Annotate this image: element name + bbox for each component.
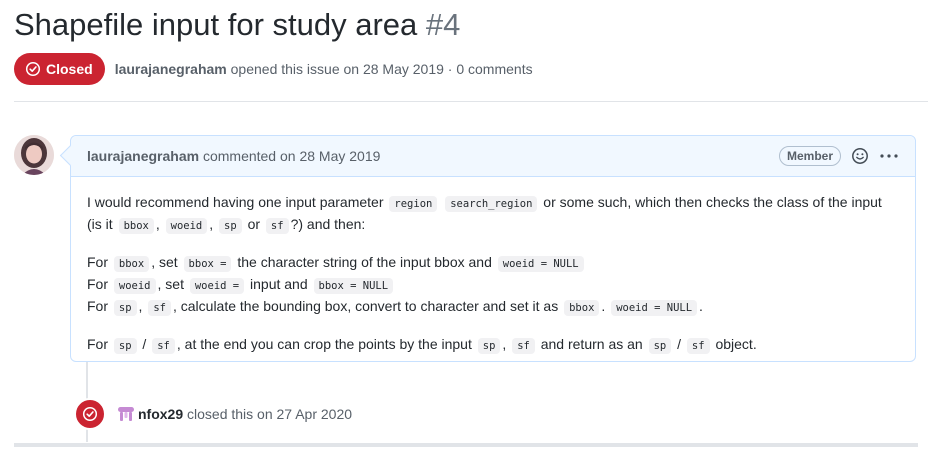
code-sp: sp: [648, 338, 672, 354]
text: ,: [155, 216, 164, 232]
text: ,: [138, 298, 147, 314]
text: For: [87, 336, 112, 352]
code-bbox-assign: bbox =: [183, 256, 232, 272]
text: , at the end you can crop the points by …: [176, 336, 476, 352]
text: .: [601, 298, 610, 314]
comment-header: laurajanegraham commented on 28 May 2019…: [71, 136, 915, 177]
issue-opened-info: laurajanegraham opened this issue on 28 …: [115, 61, 533, 77]
code-region: region: [389, 196, 438, 212]
text: ?) and then:: [290, 216, 366, 232]
issue-meta: Closed laurajanegraham opened this issue…: [14, 53, 533, 85]
add-reaction-button[interactable]: [851, 147, 869, 165]
text: ,: [209, 216, 218, 232]
text: object.: [711, 336, 757, 352]
comment-paragraph-2: For bbox, set bbox = the character strin…: [87, 252, 899, 318]
text: For: [87, 254, 112, 270]
code-sf: sf: [512, 338, 535, 354]
comment-more-button[interactable]: [877, 147, 901, 165]
avatar[interactable]: [14, 135, 54, 175]
timeline-end-bar: [14, 443, 918, 447]
code-woeid: woeid: [113, 278, 156, 294]
code-sp: sp: [113, 300, 137, 316]
code-woeid-null: woeid = NULL: [497, 256, 584, 272]
issue-title-text: Shapefile input for study area: [14, 7, 418, 42]
member-badge: Member: [779, 146, 842, 166]
comment-body: I would recommend having one input param…: [71, 177, 915, 356]
code-sf: sf: [148, 300, 171, 316]
code-sf: sf: [152, 338, 175, 354]
issue-closed-icon: [25, 61, 41, 77]
code-woeid: woeid: [165, 218, 208, 234]
code-sp: sp: [477, 338, 501, 354]
text: .: [699, 298, 703, 314]
code-bbox: bbox: [113, 256, 150, 272]
comment-author-link[interactable]: laurajanegraham: [87, 148, 199, 164]
state-badge-label: Closed: [46, 61, 93, 77]
event-author-link[interactable]: nfox29: [138, 406, 183, 422]
issue-author-link[interactable]: laurajanegraham: [115, 61, 227, 77]
issue-closed-icon: [82, 406, 98, 422]
code-bbox: bbox: [118, 218, 154, 234]
text: , set: [151, 254, 182, 270]
comment-paragraph-3: For sp / sf, at the end you can crop the…: [87, 334, 899, 356]
state-badge: Closed: [14, 53, 105, 85]
header-divider: [14, 101, 928, 102]
text: and return as an: [536, 336, 647, 352]
text: ,: [502, 336, 511, 352]
issue-opened-text: opened this issue on 28 May 2019 · 0 com…: [230, 61, 533, 77]
code-woeid-null: woeid = NULL: [611, 300, 698, 316]
smiley-icon: [852, 148, 868, 164]
text: the character string of the input bbox a…: [233, 254, 496, 270]
comment-paragraph-1: I would recommend having one input param…: [87, 192, 899, 236]
text: I would recommend having one input param…: [87, 194, 388, 210]
text: , set: [157, 276, 188, 292]
comment-box: laurajanegraham commented on 28 May 2019…: [70, 135, 916, 362]
closed-event: nfox29 closed this on 27 Apr 2020: [74, 398, 352, 430]
code-woeid-assign: woeid =: [189, 278, 245, 294]
closed-event-badge: [74, 398, 106, 430]
text: or: [243, 216, 264, 232]
event-action-text: closed this on 27 Apr 2020: [187, 406, 353, 422]
text: /: [138, 336, 151, 352]
bot-avatar-icon[interactable]: [116, 404, 136, 424]
code-sp: sp: [113, 338, 137, 354]
code-sf: sf: [686, 338, 710, 354]
kebab-horizontal-icon: [880, 154, 898, 158]
comment-timestamp[interactable]: commented on 28 May 2019: [203, 148, 380, 164]
code-sf: sf: [265, 218, 289, 234]
text: For: [87, 298, 112, 314]
code-sp: sp: [219, 218, 242, 234]
text: input and: [246, 276, 312, 292]
code-search-region: search_region: [445, 196, 538, 212]
issue-title: Shapefile input for study area #4: [14, 5, 460, 45]
closed-event-text: nfox29 closed this on 27 Apr 2020: [138, 406, 352, 422]
issue-number: #4: [425, 7, 461, 42]
code-bbox: bbox: [564, 300, 600, 316]
code-bbox-null: bbox = NULL: [313, 278, 394, 294]
text: For: [87, 276, 112, 292]
text: /: [673, 336, 685, 352]
text: , calculate the bounding box, convert to…: [172, 298, 563, 314]
